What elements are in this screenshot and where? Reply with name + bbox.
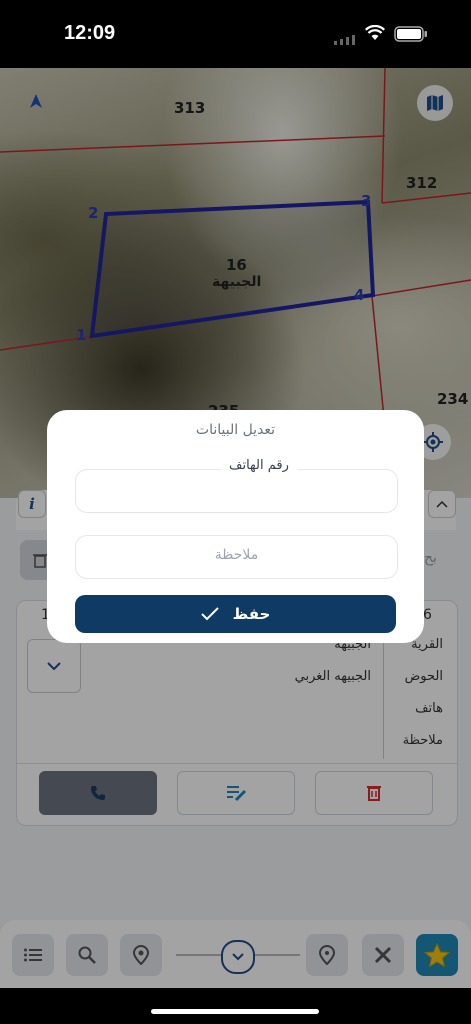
- clock: 12:09: [64, 22, 116, 44]
- save-button-label: حفظ: [232, 605, 271, 623]
- phone-field[interactable]: رقم الهاتف: [75, 458, 398, 513]
- note-field-placeholder: ملاحظة: [214, 547, 259, 563]
- note-field[interactable]: ملاحظة: [75, 535, 398, 579]
- home-indicator[interactable]: [151, 1009, 319, 1014]
- wifi-icon: [364, 24, 386, 45]
- edit-data-dialog: تعديل البيانات رقم الهاتف ملاحظة حفظ: [47, 410, 424, 643]
- save-button[interactable]: حفظ: [75, 595, 396, 633]
- status-bar: 12:09: [0, 0, 471, 68]
- dialog-title: تعديل البيانات: [195, 422, 276, 438]
- phone-field-label: رقم الهاتف: [221, 458, 297, 473]
- checkmark-icon: [200, 607, 219, 621]
- battery-icon: [394, 26, 428, 46]
- cellular-signal-icon: [334, 30, 356, 45]
- home-area: [0, 988, 471, 1024]
